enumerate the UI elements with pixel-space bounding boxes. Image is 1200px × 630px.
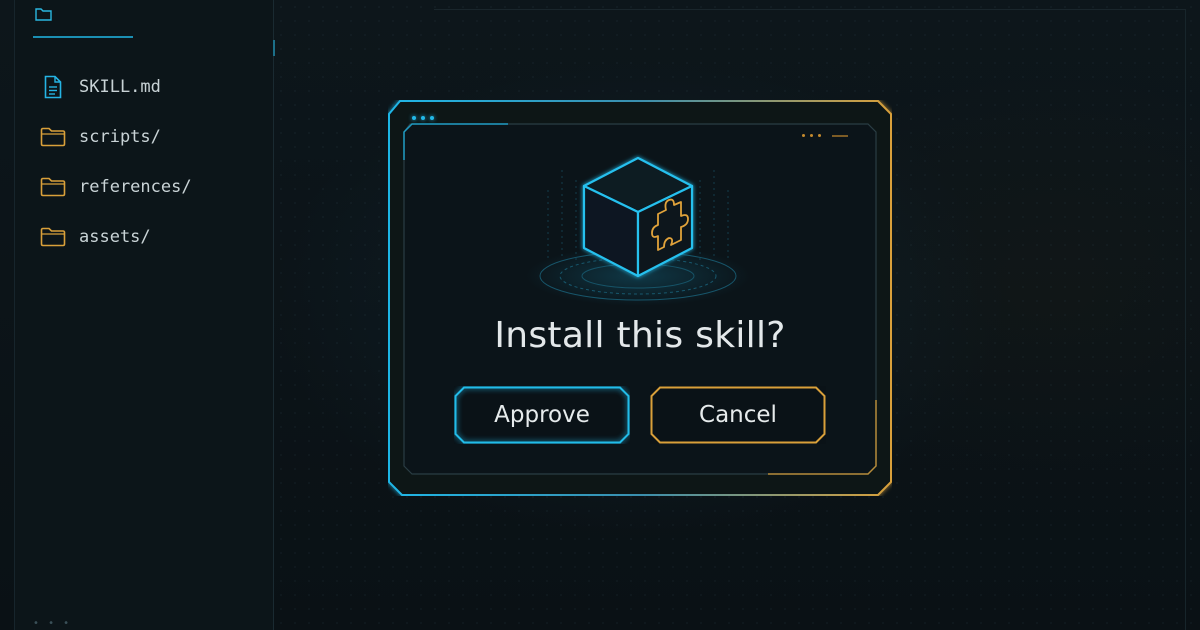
file-name: references/ (79, 177, 192, 197)
sidebar-scrollbar[interactable] (273, 40, 275, 56)
install-skill-dialog: Install this skill? Approve Cancel (388, 100, 892, 496)
cancel-button-label: Cancel (699, 402, 777, 428)
file-item-references[interactable]: references/ (39, 162, 192, 212)
cancel-button[interactable]: Cancel (650, 386, 826, 444)
folder-icon (39, 125, 67, 149)
document-icon (39, 75, 67, 99)
file-item-skill-md[interactable]: SKILL.md (39, 62, 192, 112)
folder-icon (35, 6, 53, 25)
approve-button-label: Approve (494, 402, 590, 428)
dialog-title: Install this skill? (494, 315, 786, 356)
approve-button[interactable]: Approve (454, 386, 630, 444)
file-explorer-sidebar: SKILL.md scripts/ references/ assets/ • … (14, 0, 275, 630)
sidebar-tab-files[interactable] (33, 0, 133, 38)
file-name: SKILL.md (79, 77, 161, 97)
dialog-dots-left (412, 116, 434, 120)
file-item-scripts[interactable]: scripts/ (39, 112, 192, 162)
dialog-dots-right (802, 134, 848, 137)
right-panel-edge (1185, 10, 1186, 630)
sidebar-footer-dots: • • • (33, 618, 73, 629)
skill-cube-puzzle-icon (518, 150, 758, 310)
file-list: SKILL.md scripts/ references/ assets/ (39, 62, 192, 262)
file-name: scripts/ (79, 127, 161, 147)
file-item-assets[interactable]: assets/ (39, 212, 192, 262)
top-bar (434, 0, 1186, 10)
folder-icon (39, 225, 67, 249)
file-name: assets/ (79, 227, 151, 247)
folder-icon (39, 175, 67, 199)
